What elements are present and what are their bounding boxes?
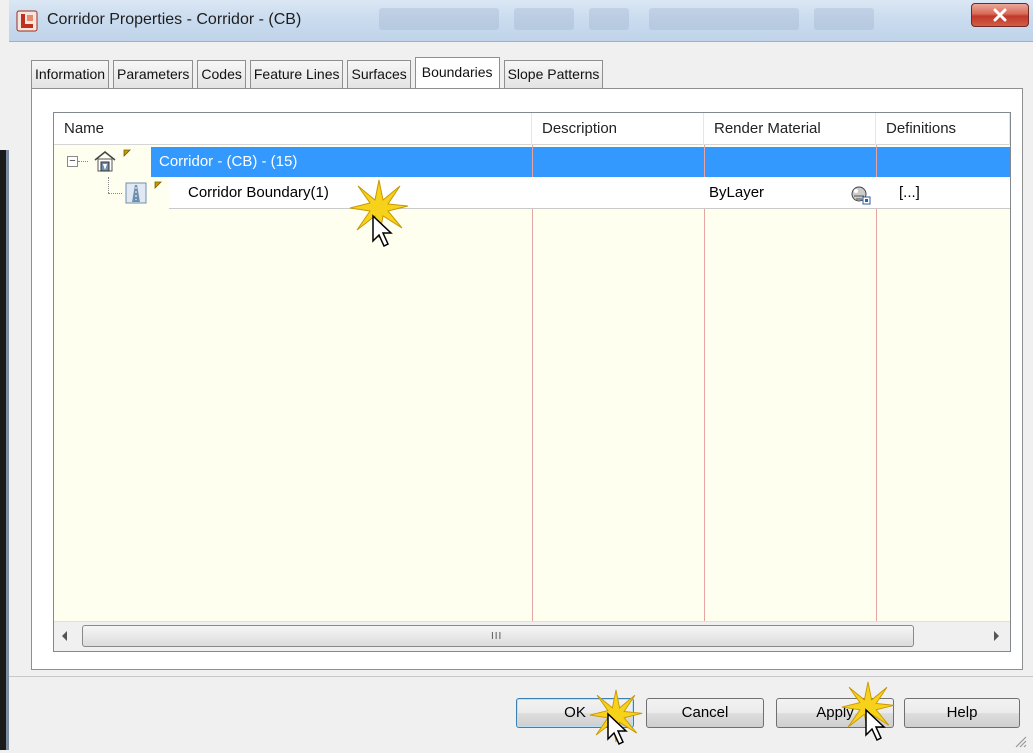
close-button[interactable] bbox=[971, 3, 1029, 27]
background-toolbar-ghost bbox=[814, 8, 874, 30]
title-bar[interactable]: Corridor Properties - Corridor - (CB) bbox=[9, 0, 1033, 42]
tab-slope-patterns[interactable]: Slope Patterns bbox=[503, 60, 604, 88]
row-render-material[interactable]: ByLayer bbox=[709, 177, 764, 209]
background-toolbar-ghost bbox=[589, 8, 629, 30]
background-toolbar-ghost bbox=[649, 8, 799, 30]
dialog-left-border bbox=[6, 150, 9, 750]
column-divider bbox=[532, 147, 533, 177]
modified-flag-icon bbox=[123, 149, 131, 157]
row-name-boundary[interactable]: Corridor Boundary(1) bbox=[188, 177, 329, 209]
tab-surfaces[interactable]: Surfaces bbox=[347, 60, 411, 88]
window-title: Corridor Properties - Corridor - (CB) bbox=[47, 11, 302, 28]
render-material-picker-icon[interactable] bbox=[850, 185, 872, 205]
footer-separator bbox=[9, 676, 1033, 677]
close-icon bbox=[993, 8, 1007, 22]
column-divider bbox=[704, 145, 705, 621]
cancel-button[interactable]: Cancel bbox=[646, 698, 764, 728]
background-toolbar-ghost bbox=[514, 8, 574, 30]
definitions-ellipsis-button[interactable]: [...] bbox=[899, 177, 920, 209]
tab-codes[interactable]: Codes bbox=[197, 60, 246, 88]
column-header-name[interactable]: Name bbox=[54, 113, 532, 145]
column-divider bbox=[704, 147, 705, 177]
tree-collapse-toggle[interactable]: − bbox=[67, 156, 78, 167]
tab-parameters[interactable]: Parameters bbox=[113, 60, 194, 88]
tree-connector bbox=[78, 161, 88, 162]
column-divider bbox=[876, 145, 877, 621]
mouse-cursor-icon bbox=[372, 214, 393, 248]
mouse-cursor-icon bbox=[865, 708, 886, 742]
corridor-properties-dialog: Corridor Properties - Corridor - (CB) In… bbox=[0, 0, 1033, 753]
scrollbar-thumb[interactable]: III bbox=[82, 625, 914, 647]
scroll-left-arrow-icon[interactable] bbox=[62, 631, 67, 641]
column-header-definitions[interactable]: Definitions bbox=[876, 113, 1010, 145]
tab-information[interactable]: Information bbox=[31, 60, 110, 88]
civil3d-app-icon bbox=[16, 10, 38, 32]
mouse-cursor-icon bbox=[607, 712, 628, 746]
column-header-render-material[interactable]: Render Material bbox=[704, 113, 876, 145]
background-toolbar-ghost bbox=[379, 8, 499, 30]
tab-strip: Information Parameters Codes Feature Lin… bbox=[31, 57, 607, 88]
table-row-corridor[interactable]: Corridor - (CB) - (15) bbox=[54, 147, 1010, 177]
boundaries-grid[interactable]: Name Description Render Material Definit… bbox=[53, 112, 1011, 652]
row-name-corridor: Corridor - (CB) - (15) bbox=[159, 153, 298, 170]
modified-flag-icon bbox=[154, 181, 162, 189]
help-button[interactable]: Help bbox=[904, 698, 1020, 728]
grid-header: Name Description Render Material Definit… bbox=[54, 113, 1010, 145]
column-header-description[interactable]: Description bbox=[532, 113, 704, 145]
column-divider bbox=[532, 145, 533, 621]
scrollbar-grip: III bbox=[491, 631, 503, 642]
corridor-house-icon bbox=[94, 151, 116, 172]
scroll-right-arrow-icon[interactable] bbox=[994, 631, 999, 641]
column-divider bbox=[876, 147, 877, 177]
tab-boundaries[interactable]: Boundaries bbox=[414, 57, 500, 88]
corridor-boundary-icon bbox=[125, 182, 147, 204]
tab-feature-lines[interactable]: Feature Lines bbox=[249, 60, 344, 88]
horizontal-scrollbar[interactable]: III bbox=[54, 621, 1010, 651]
resize-grip-icon[interactable] bbox=[1012, 733, 1028, 749]
